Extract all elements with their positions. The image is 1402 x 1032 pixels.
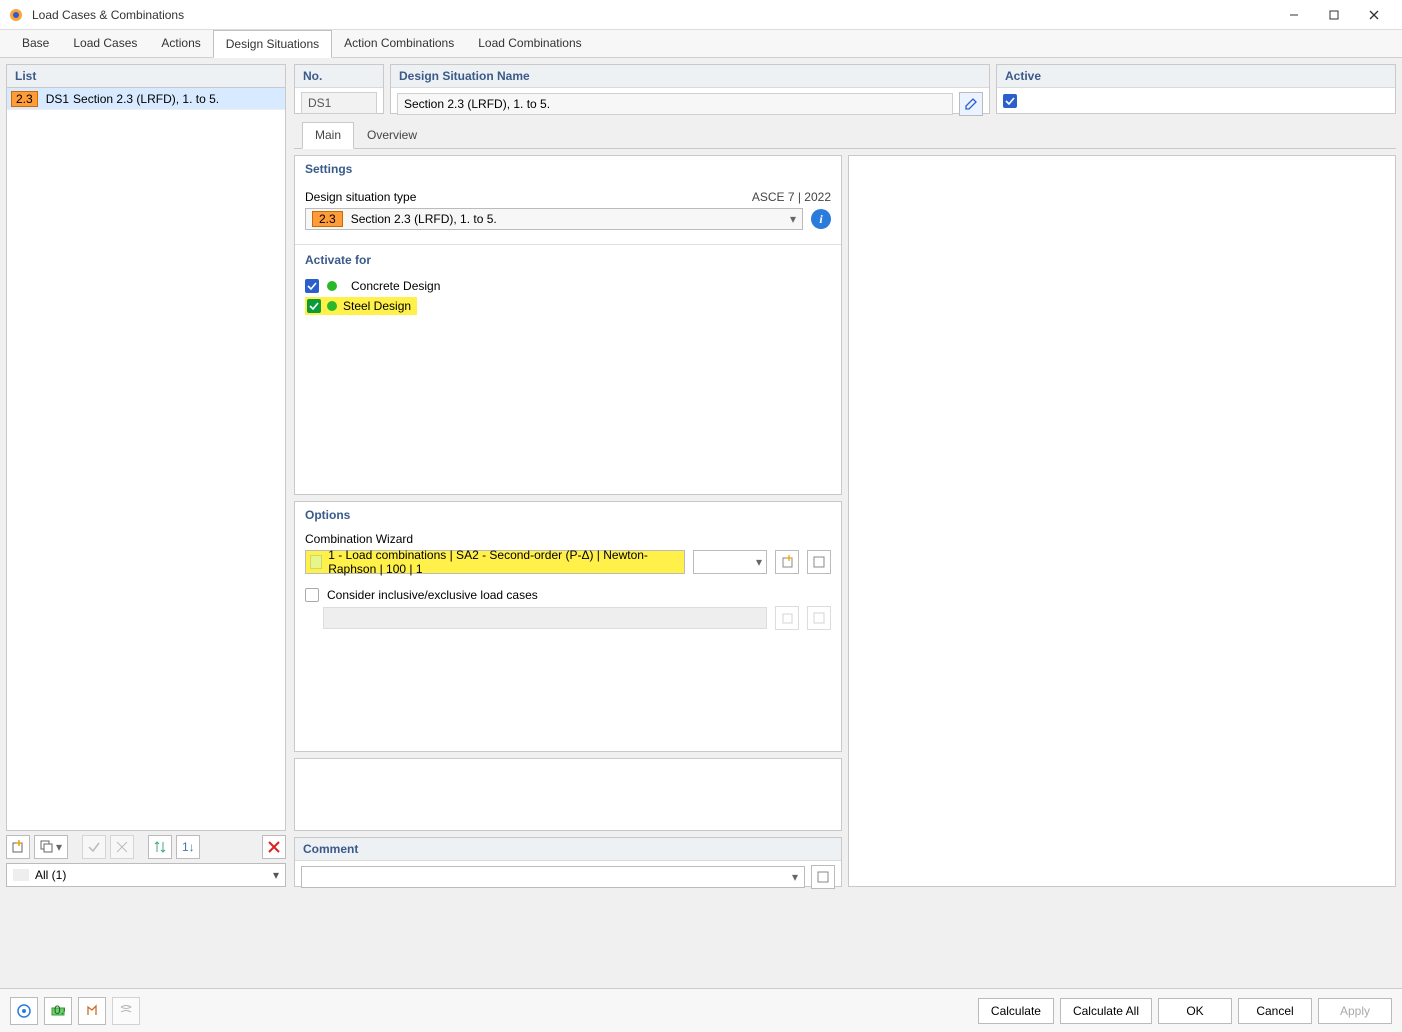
sub-tab-bar: Main Overview	[294, 122, 1396, 149]
status-dot-icon	[327, 281, 337, 291]
chevron-down-icon: ▾	[756, 555, 762, 569]
svg-text:1↓9: 1↓9	[182, 840, 195, 854]
info-button[interactable]: i	[811, 209, 831, 229]
name-panel: Design Situation Name Section 2.3 (LRFD)…	[390, 64, 990, 114]
type-label: Design situation type	[305, 190, 416, 204]
comment-input[interactable]: ▾	[301, 866, 805, 888]
type-text: Section 2.3 (LRFD), 1. to 5.	[351, 212, 497, 226]
maximize-button[interactable]	[1314, 0, 1354, 30]
filter-swatch	[13, 869, 29, 881]
reorder-button-2[interactable]: 1↓9	[176, 835, 200, 859]
tab-action-combinations[interactable]: Action Combinations	[332, 30, 466, 57]
wizard-swatch	[310, 555, 322, 569]
wizard-edit-button[interactable]	[807, 550, 831, 574]
chevron-down-icon: ▾	[792, 870, 804, 884]
settings-header: Settings	[295, 156, 841, 182]
filter-label: All (1)	[35, 868, 66, 882]
list-row-id: DS1	[46, 92, 69, 106]
tab-actions[interactable]: Actions	[149, 30, 212, 57]
tab-base[interactable]: Base	[10, 30, 61, 57]
list-row[interactable]: 2.3 DS1 Section 2.3 (LRFD), 1. to 5.	[7, 88, 285, 110]
active-checkbox[interactable]	[1003, 94, 1017, 108]
no-header: No.	[295, 65, 383, 88]
list-row-code: 2.3	[11, 91, 38, 107]
help-button[interactable]	[10, 997, 38, 1025]
app-icon	[8, 7, 24, 23]
type-code-badge: 2.3	[312, 211, 343, 227]
consider-new-button	[775, 606, 799, 630]
chevron-down-icon: ▾	[790, 212, 796, 226]
consider-checkbox[interactable]	[305, 588, 319, 602]
model-button[interactable]	[78, 997, 106, 1025]
new-item-button[interactable]	[6, 835, 30, 859]
chevron-down-icon: ▾	[273, 868, 279, 882]
ok-button[interactable]: OK	[1158, 998, 1232, 1024]
name-input[interactable]: Section 2.3 (LRFD), 1. to 5.	[397, 93, 953, 115]
wizard-value: 1 - Load combinations | SA2 - Second-ord…	[328, 548, 680, 576]
minimize-button[interactable]	[1274, 0, 1314, 30]
calculate-button[interactable]: Calculate	[978, 998, 1054, 1024]
subtab-overview[interactable]: Overview	[354, 122, 430, 148]
list-toolbar: ▾ 1↓9	[6, 831, 286, 863]
reorder-button-1[interactable]	[148, 835, 172, 859]
options-header: Options	[295, 502, 841, 528]
apply-button: Apply	[1318, 998, 1392, 1024]
no-panel: No. DS1	[294, 64, 384, 114]
activate-header: Activate for	[295, 244, 841, 271]
consider-select	[323, 607, 767, 629]
consider-label: Consider inclusive/exclusive load cases	[327, 588, 538, 602]
tab-load-cases[interactable]: Load Cases	[61, 30, 149, 57]
settings-card: Settings Design situation type ASCE 7 | …	[294, 155, 842, 495]
steel-label: Steel Design	[343, 299, 411, 313]
svg-text:0.0: 0.0	[54, 1004, 65, 1017]
close-button[interactable]	[1354, 0, 1394, 30]
cancel-button[interactable]: Cancel	[1238, 998, 1312, 1024]
blank-panel	[294, 758, 842, 831]
comment-panel: Comment ▾	[294, 837, 842, 887]
no-value: DS1	[301, 92, 377, 114]
list-filter-select[interactable]: All (1) ▾	[6, 863, 286, 887]
comment-header: Comment	[295, 838, 841, 861]
preview-panel	[848, 155, 1396, 887]
steel-highlight: Steel Design	[305, 297, 417, 315]
script-button[interactable]	[112, 997, 140, 1025]
steel-checkbox[interactable]	[307, 299, 321, 313]
options-card: Options Combination Wizard 1 - Load comb…	[294, 501, 842, 752]
copy-item-button[interactable]: ▾	[34, 835, 68, 859]
list-body: 2.3 DS1 Section 2.3 (LRFD), 1. to 5.	[6, 88, 286, 831]
list-row-name: Section 2.3 (LRFD), 1. to 5.	[73, 92, 219, 106]
consider-edit-button	[807, 606, 831, 630]
tool-button-1[interactable]	[82, 835, 106, 859]
subtab-main[interactable]: Main	[302, 122, 354, 149]
tab-load-combinations[interactable]: Load Combinations	[466, 30, 593, 57]
active-panel: Active	[996, 64, 1396, 114]
concrete-checkbox[interactable]	[305, 279, 319, 293]
window-title: Load Cases & Combinations	[32, 8, 1274, 22]
edit-name-button[interactable]	[959, 92, 983, 116]
calculate-all-button[interactable]: Calculate All	[1060, 998, 1152, 1024]
titlebar: Load Cases & Combinations	[0, 0, 1402, 30]
concrete-label: Concrete Design	[351, 279, 440, 293]
wizard-dropdown-extra[interactable]: ▾	[693, 550, 767, 574]
units-button[interactable]: 0.0	[44, 997, 72, 1025]
status-dot-icon	[327, 301, 337, 311]
active-header: Active	[997, 65, 1395, 88]
design-situation-type-select[interactable]: 2.3 Section 2.3 (LRFD), 1. to 5. ▾	[305, 208, 803, 230]
wizard-new-button[interactable]	[775, 550, 799, 574]
bottom-bar: 0.0 Calculate Calculate All OK Cancel Ap…	[0, 988, 1402, 1032]
name-header: Design Situation Name	[391, 65, 989, 88]
comment-button[interactable]	[811, 865, 835, 889]
combination-wizard-select[interactable]: 1 - Load combinations | SA2 - Second-ord…	[305, 550, 685, 574]
standard-label: ASCE 7 | 2022	[752, 190, 831, 204]
delete-button[interactable]	[262, 835, 286, 859]
list-header: List	[6, 64, 286, 88]
main-tab-bar: Base Load Cases Actions Design Situation…	[0, 30, 1402, 58]
tab-design-situations[interactable]: Design Situations	[213, 30, 332, 58]
wizard-label: Combination Wizard	[305, 532, 831, 546]
tool-button-2[interactable]	[110, 835, 134, 859]
